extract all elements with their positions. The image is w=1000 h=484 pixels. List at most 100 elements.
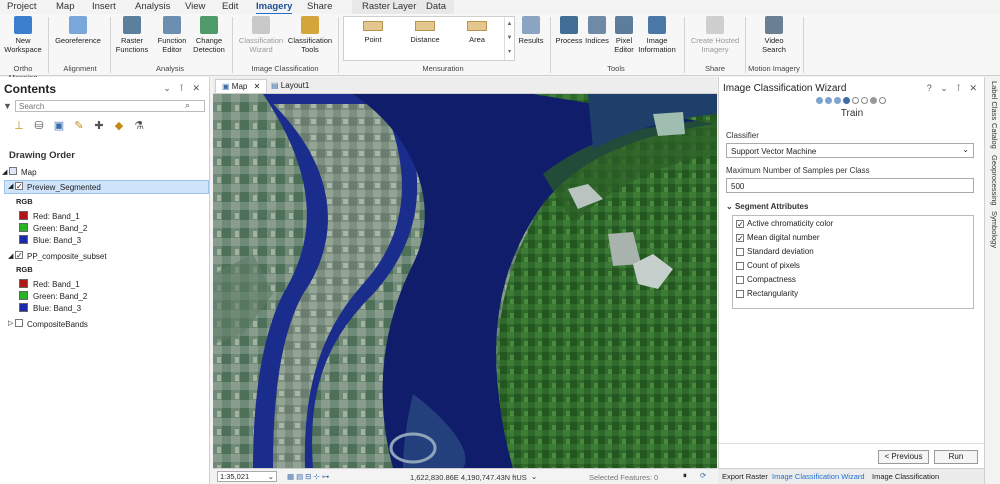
tab-image-classification-wizard[interactable]: Image Classification Wizard [772, 472, 865, 481]
tab-analysis[interactable]: Analysis [135, 1, 170, 12]
tab-geoprocessing[interactable]: Geoprocessing [990, 155, 999, 205]
step-dot [852, 97, 859, 104]
tab-imagery[interactable]: Imagery [256, 1, 293, 15]
georeference-button[interactable]: Georeference [54, 16, 102, 45]
attribute-item[interactable]: ✓ Mean digital number [736, 233, 819, 242]
new-workspace-button[interactable]: New Workspace [2, 16, 44, 54]
raster-functions-button[interactable]: Raster Functions [112, 16, 152, 54]
gallery-scroll[interactable]: ▲ ▼ ▾ [504, 17, 514, 60]
filter-icon[interactable]: ▼ [3, 101, 12, 111]
tab-project[interactable]: Project [7, 1, 37, 12]
charts-icon[interactable]: ⚗ [133, 120, 145, 132]
selection-icon[interactable]: ▣ [53, 120, 65, 132]
tab-export-raster[interactable]: Export Raster [722, 472, 768, 481]
pane-controls[interactable]: ? ⌄ ⊺ ✕ [927, 83, 980, 94]
step-dot-current [843, 97, 850, 104]
scale-dropdown[interactable]: 1:35,021 ⌄ [217, 471, 277, 482]
wizard-title: Image Classification Wizard [723, 83, 847, 94]
group-label-mensuration: Mensuration [422, 64, 464, 73]
tab-data[interactable]: Data [426, 1, 446, 12]
tab-raster-layer[interactable]: Raster Layer [362, 1, 416, 12]
map-node[interactable]: Map [21, 168, 37, 177]
expand-arrow-icon[interactable]: ◢ [8, 182, 13, 190]
attribute-item[interactable]: ✓ Active chromaticity color [736, 219, 833, 228]
expand-arrow-icon[interactable]: ◢ [8, 252, 13, 260]
image-information-button[interactable]: Image Information [636, 16, 678, 54]
search-icon[interactable]: ⌕ [185, 100, 190, 111]
samples-input[interactable]: 500 [726, 178, 974, 193]
expand-arrow-icon[interactable]: ◢ [2, 168, 7, 176]
contents-title: Contents [4, 82, 56, 96]
run-button[interactable]: Run [934, 450, 978, 464]
data-source-icon[interactable]: ⛁ [33, 120, 45, 132]
layer-name[interactable]: PP_composite_subset [27, 252, 107, 261]
band-label: Red: Band_1 [33, 280, 80, 289]
tab-label-class[interactable]: Label Class [990, 81, 999, 120]
step-dot [861, 97, 868, 104]
pixel-editor-button[interactable]: Pixel Editor [610, 16, 638, 54]
attribute-checkbox[interactable] [736, 289, 744, 298]
indices-icon [588, 16, 606, 34]
contents-search-input[interactable] [15, 100, 205, 112]
tab-map[interactable]: Map [56, 1, 74, 12]
divider [48, 17, 49, 73]
snapping-icon[interactable]: ✚ [93, 120, 105, 132]
segment-attributes-header[interactable]: ⌄ Segment Attributes [726, 202, 808, 211]
attribute-item[interactable]: Rectangularity [736, 289, 798, 298]
attribute-checkbox[interactable] [736, 247, 744, 256]
function-editor-button[interactable]: Function Editor [154, 16, 190, 54]
attribute-checkbox[interactable]: ✓ [736, 219, 744, 228]
image-information-icon [648, 16, 666, 34]
tab-image-classification[interactable]: Image Classification [872, 472, 939, 481]
classification-wizard-button[interactable]: Classification Wizard [236, 16, 286, 54]
tab-edit[interactable]: Edit [222, 1, 238, 12]
close-icon[interactable]: ✕ [254, 82, 261, 91]
attribute-item[interactable]: Count of pixels [736, 261, 800, 270]
previous-button[interactable]: < Previous [878, 450, 929, 464]
mensuration-distance-button[interactable]: Distance [400, 21, 450, 44]
mensuration-area-button[interactable]: Area [452, 21, 502, 44]
tab-symbology[interactable]: Symbology [990, 211, 999, 248]
map-view[interactable] [213, 94, 717, 468]
tab-insert[interactable]: Insert [92, 1, 116, 12]
collapse-arrow-icon[interactable]: ▷ [8, 319, 13, 327]
chevron-down-icon[interactable]: ⌄ [531, 472, 537, 481]
labeling-icon[interactable]: ◆ [113, 120, 125, 132]
pane-controls[interactable]: ⌄ ⊺ ✕ [163, 83, 203, 94]
layer-checkbox[interactable]: ✓ [15, 182, 23, 191]
attribute-checkbox[interactable] [736, 261, 744, 270]
classification-tools-button[interactable]: Classification Tools [286, 16, 334, 54]
blue-band-swatch [19, 303, 28, 312]
pause-icon[interactable]: ⏸ [683, 471, 687, 481]
video-search-button[interactable]: Video Search [752, 16, 796, 54]
band-label: Red: Band_1 [33, 212, 80, 221]
tab-view[interactable]: View [185, 1, 205, 12]
chevron-down-icon: ⌄ [267, 472, 274, 481]
layout-view-tab[interactable]: ▤ Layout1 [265, 79, 315, 93]
results-button[interactable]: Results [516, 16, 546, 45]
mensuration-point-button[interactable]: Point [348, 21, 398, 44]
navigation-tools[interactable]: ▦▤⊟⊹⊶ [287, 472, 331, 481]
tab-catalog[interactable]: Catalog [990, 123, 999, 149]
editing-icon[interactable]: ✎ [73, 120, 85, 132]
process-button[interactable]: Process [554, 16, 584, 45]
layer-checkbox[interactable]: ✓ [15, 251, 23, 260]
drawing-order-icon[interactable]: ⊥ [13, 120, 25, 132]
attribute-checkbox[interactable]: ✓ [736, 233, 744, 242]
chevron-down-icon: ⌄ [962, 145, 969, 154]
layer-checkbox[interactable] [15, 319, 23, 327]
indices-button[interactable]: Indices [584, 16, 610, 45]
attribute-item[interactable]: Standard deviation [736, 247, 814, 256]
tab-share[interactable]: Share [307, 1, 332, 12]
step-dot [816, 97, 823, 104]
layer-name[interactable]: Preview_Segmented [27, 183, 101, 192]
change-detection-button[interactable]: Change Detection [190, 16, 228, 54]
refresh-icon[interactable]: ⟳ [700, 471, 706, 480]
classifier-dropdown[interactable]: Support Vector Machine ⌄ [726, 143, 974, 158]
classification-tools-icon [301, 16, 319, 34]
layer-name[interactable]: CompositeBands [27, 320, 88, 329]
attribute-item[interactable]: Compactness [736, 275, 796, 284]
attribute-checkbox[interactable] [736, 275, 744, 284]
map-view-tab[interactable]: ▣ Map ✕ [215, 79, 268, 93]
create-hosted-imagery-button[interactable]: Create Hosted Imagery [688, 16, 742, 54]
